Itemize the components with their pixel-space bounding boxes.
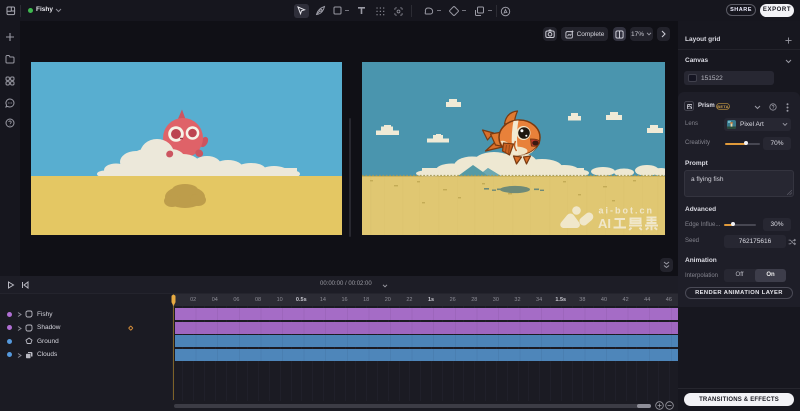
- svg-text:BETA: BETA: [717, 104, 728, 109]
- svg-text:ai-bot.cn: ai-bot.cn: [598, 206, 654, 216]
- svg-text:AI: AI: [598, 216, 611, 231]
